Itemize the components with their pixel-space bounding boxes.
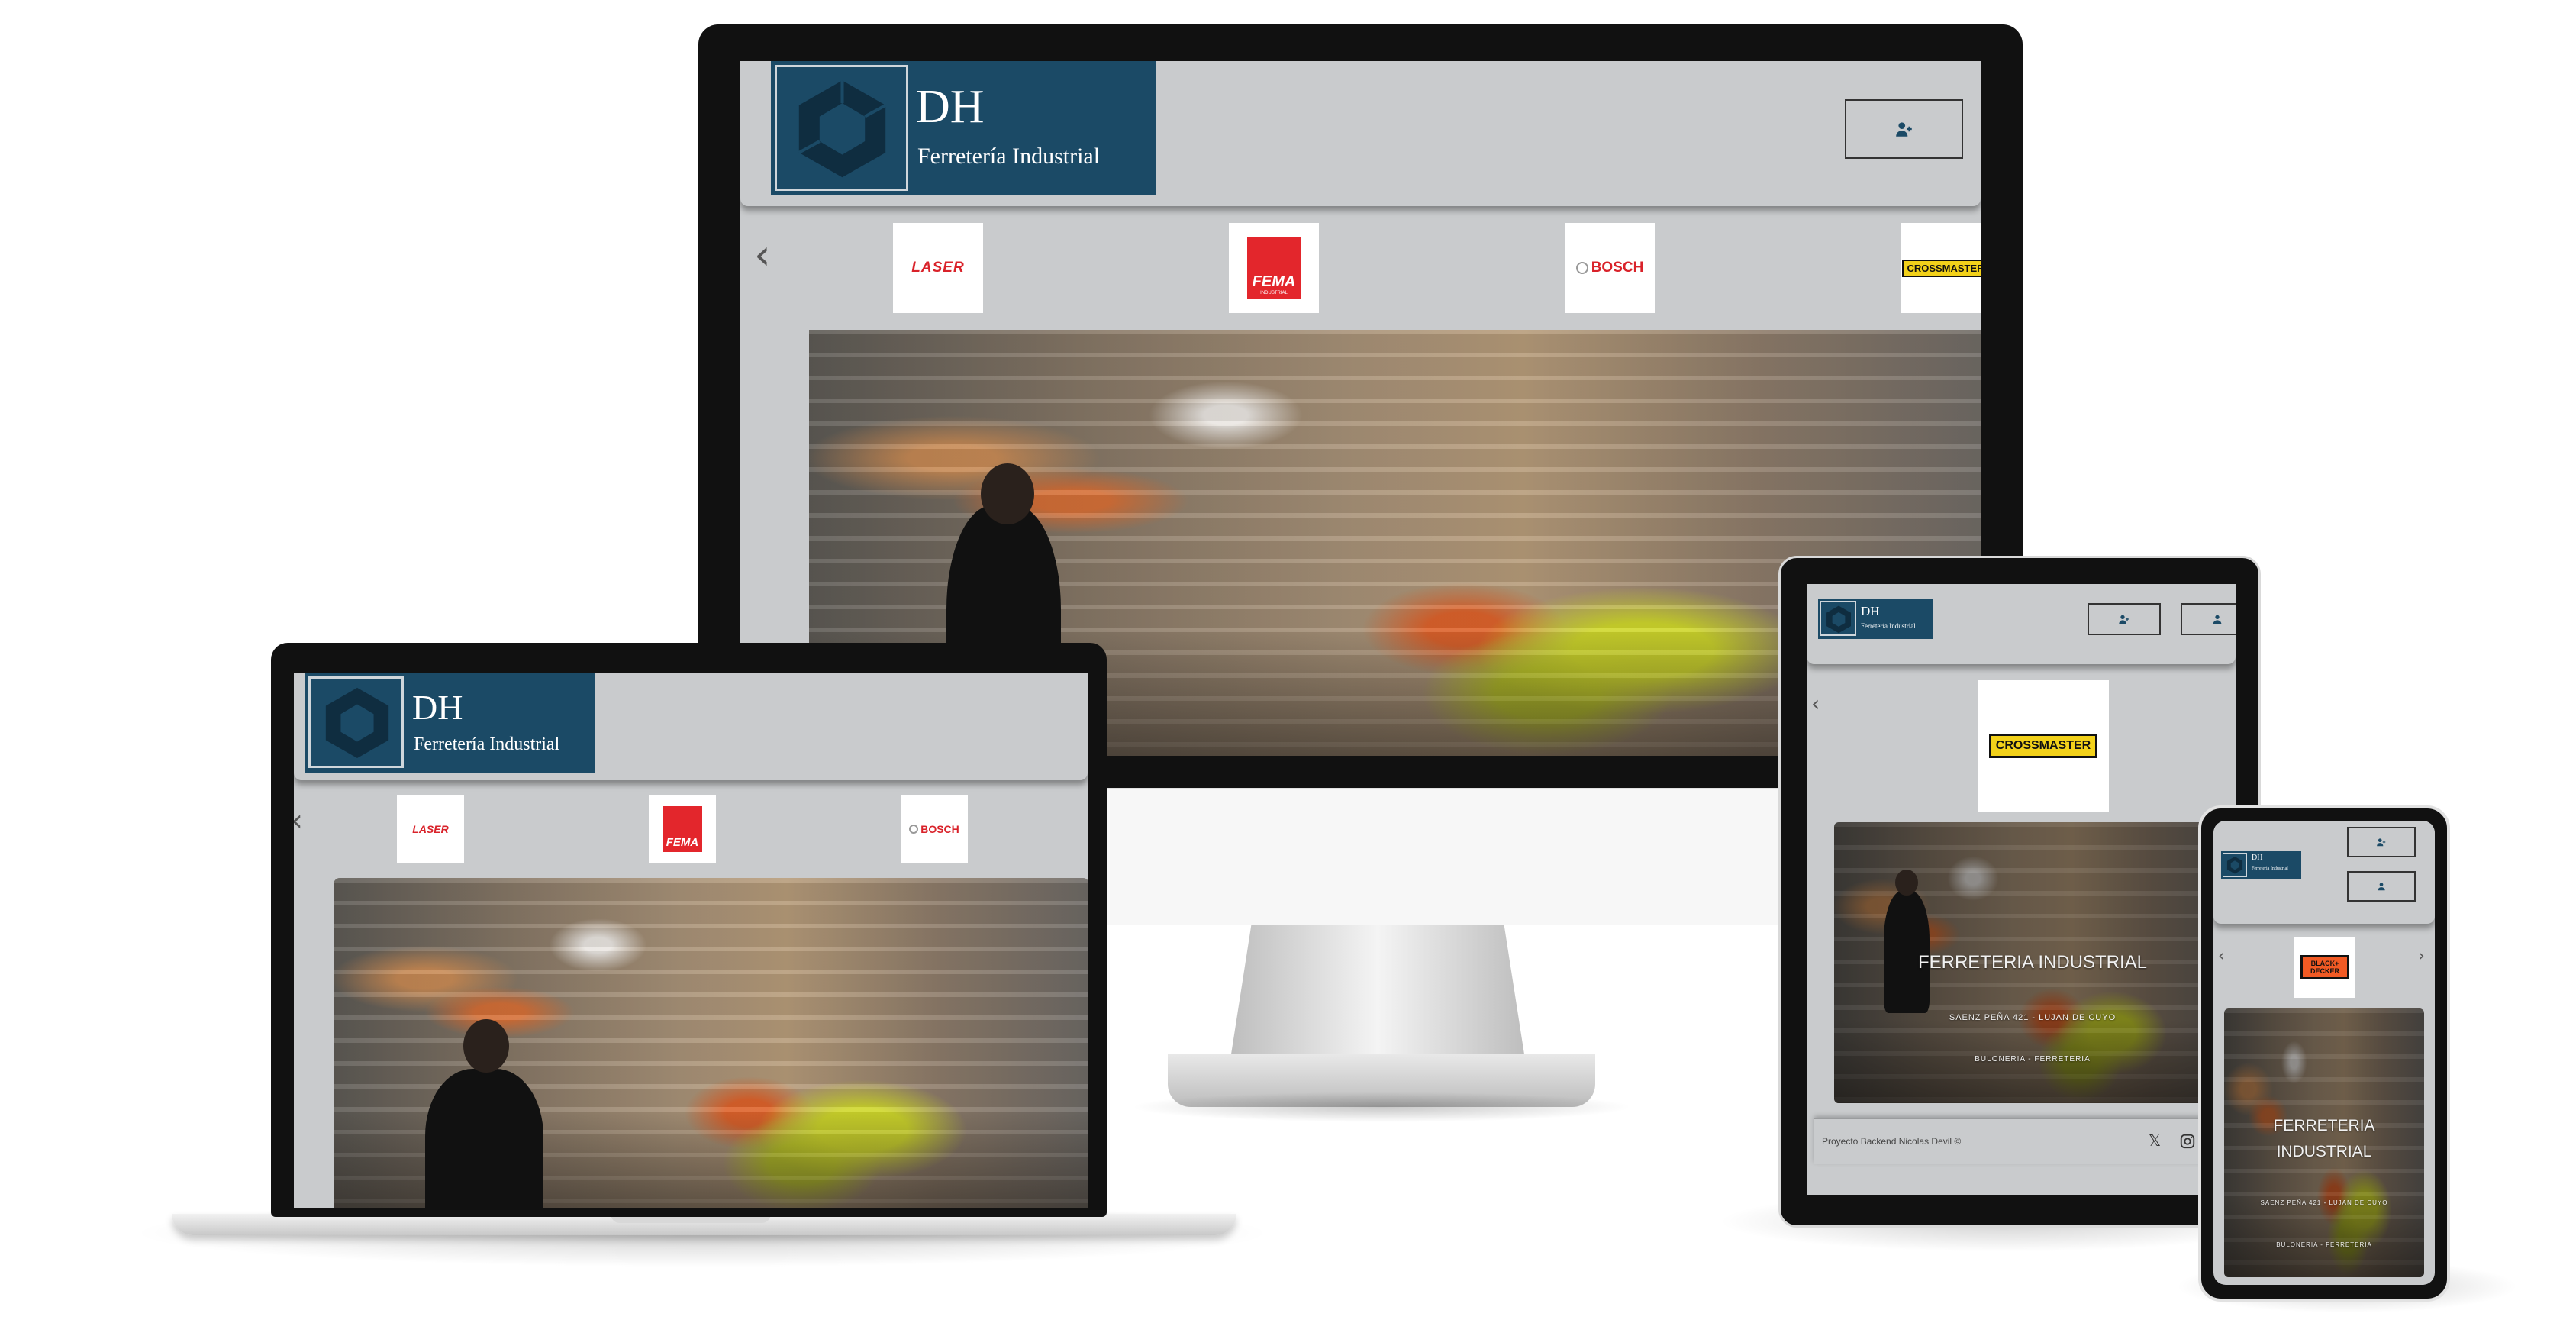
instagram-icon[interactable] xyxy=(2179,1133,2196,1150)
tablet-brand-crossmaster[interactable]: CROSSMASTER xyxy=(1978,680,2109,812)
x-twitter-icon[interactable]: 𝕏 xyxy=(2149,1131,2161,1150)
phone-carousel-prev[interactable]: ‹ xyxy=(2218,947,2225,966)
phone-brand-black-decker[interactable]: BLACK+ DECKER xyxy=(2294,937,2355,998)
desktop-carousel-prev[interactable]: ‹ xyxy=(754,231,771,279)
laser-logo-text: LASER xyxy=(911,260,965,276)
fema-logo: FEMA INDUSTRIAL xyxy=(1247,237,1301,299)
laptop-logo[interactable]: DH Ferretería Industrial xyxy=(305,673,595,773)
user-plus-icon xyxy=(2377,838,2386,847)
desktop-brand-bosch[interactable]: BOSCH xyxy=(1565,223,1655,313)
laptop-logo-emblem-frame xyxy=(308,676,404,768)
tablet-hero-tagline: BULONERIA - FERRETERIA xyxy=(1975,1055,2091,1063)
desktop-site-header: DH Ferretería Industrial xyxy=(740,61,1981,206)
tablet-logo-title: DH xyxy=(1861,604,1880,618)
laptop-site-header: DH Ferretería Industrial xyxy=(294,673,1088,780)
phone-carousel-next[interactable]: › xyxy=(2418,947,2425,966)
tablet-carousel-prev[interactable]: ‹ xyxy=(1811,691,1820,716)
laptop-logo-subtitle: Ferretería Industrial xyxy=(414,734,560,754)
phone-hero-tagline: BULONERIA - FERRETERIA xyxy=(2276,1241,2372,1248)
desktop-stand-base-shadow xyxy=(1130,1092,1633,1122)
bosch-logo-icon xyxy=(1575,262,1588,274)
laptop-brand-laser[interactable]: LASER xyxy=(397,795,464,863)
tablet-screen: DH Ferretería Industrial ‹ CROSSMASTER F… xyxy=(1807,584,2236,1195)
tablet-hero-address: SAENZ PEÑA 421 - LUJAN DE CUYO xyxy=(1949,1013,2117,1022)
laptop-logo-title: DH xyxy=(412,688,463,727)
laptop-hero-person-head xyxy=(463,1019,509,1073)
bosch-logo-icon xyxy=(909,825,919,834)
desktop-hero-person-head xyxy=(981,463,1034,524)
tablet-login-button[interactable] xyxy=(2181,603,2236,635)
tablet-logo-emblem-frame xyxy=(1820,601,1856,636)
laptop-brand-fema[interactable]: FEMA xyxy=(649,795,716,863)
user-plus-icon xyxy=(2119,615,2129,624)
desktop-logo-emblem-frame xyxy=(775,65,908,191)
tablet-hero-title: FERRETERIA INDUSTRIAL xyxy=(1917,952,2148,973)
laptop-carousel-prev[interactable]: ‹ xyxy=(294,803,303,838)
laptop-screen: DH Ferretería Industrial ‹ LASER FEMA BO… xyxy=(294,673,1088,1208)
tablet-logo-subtitle: Ferretería Industrial xyxy=(1861,622,1916,630)
phone-user-button[interactable] xyxy=(2347,827,2416,857)
tablet-user-button[interactable] xyxy=(2088,603,2161,635)
laptop: DH Ferretería Industrial ‹ LASER FEMA BO… xyxy=(271,643,1107,1217)
laptop-brand-bosch[interactable]: BOSCH xyxy=(901,795,968,863)
phone-logo-emblem-frame xyxy=(2223,853,2247,877)
laptop-hero-image xyxy=(334,878,1088,1208)
tablet-footer: Proyecto Backend Nicolas Devil © 𝕏 xyxy=(1814,1118,2236,1164)
phone-login-button[interactable] xyxy=(2347,871,2416,902)
hexagon-logo-icon xyxy=(1826,605,1851,634)
user-icon xyxy=(2378,883,2385,891)
responsive-mockup: DH Ferretería Industrial ‹ LASER FEMA IN… xyxy=(0,0,2576,1336)
hexagon-logo-icon xyxy=(325,687,389,759)
phone-hero-title-line1: FERRETERIA xyxy=(2273,1117,2375,1134)
phone-logo-subtitle: Ferretería Industrial xyxy=(2252,866,2288,871)
desktop-logo-subtitle: Ferretería Industrial xyxy=(917,144,1101,169)
phone-logo[interactable]: DH Ferretería Industrial xyxy=(2221,851,2301,879)
user-plus-icon xyxy=(1895,122,1912,137)
tablet-logo[interactable]: DH Ferretería Industrial xyxy=(1818,599,1933,639)
desktop-logo[interactable]: DH Ferretería Industrial xyxy=(771,61,1156,195)
hexagon-logo-icon xyxy=(798,80,887,178)
tablet-site-header: DH Ferretería Industrial xyxy=(1807,584,2236,664)
laptop-hero-person xyxy=(425,1069,543,1208)
hexagon-logo-icon xyxy=(2226,856,2243,874)
fema-logo: FEMA xyxy=(663,806,702,852)
tablet-hero-image: FERRETERIA INDUSTRIAL SAENZ PEÑA 421 - L… xyxy=(1834,822,2231,1103)
phone-logo-title: DH xyxy=(2252,854,2263,862)
phone-hero-title-line2: INDUSTRIAL xyxy=(2276,1143,2372,1160)
tablet-footer-credit: Proyecto Backend Nicolas Devil © xyxy=(1822,1136,1962,1147)
phone-hero-image: FERRETERIA INDUSTRIAL SAENZ PEÑA 421 - L… xyxy=(2224,1008,2424,1277)
desktop-logo-title: DH xyxy=(916,81,985,133)
desktop-stand xyxy=(1229,916,1527,1069)
phone-hero-address: SAENZ PEÑA 421 - LUJAN DE CUYO xyxy=(2260,1199,2388,1206)
phone-site-header: DH Ferretería Industrial xyxy=(2213,821,2435,924)
tablet: DH Ferretería Industrial ‹ CROSSMASTER F… xyxy=(1778,556,2261,1228)
phone: DH Ferretería Industrial ‹ › BLACK+ DECK… xyxy=(2198,805,2450,1302)
desktop-brand-fema[interactable]: FEMA INDUSTRIAL xyxy=(1229,223,1319,313)
desktop-brand-laser[interactable]: LASER xyxy=(893,223,983,313)
desktop-user-button[interactable] xyxy=(1845,99,1963,159)
user-icon xyxy=(2213,615,2222,624)
tablet-hero-person-head xyxy=(1895,870,1918,896)
phone-screen: DH Ferretería Industrial ‹ › BLACK+ DECK… xyxy=(2213,821,2435,1285)
desktop-brand-crossmaster[interactable]: CROSSMASTER xyxy=(1901,223,1981,313)
